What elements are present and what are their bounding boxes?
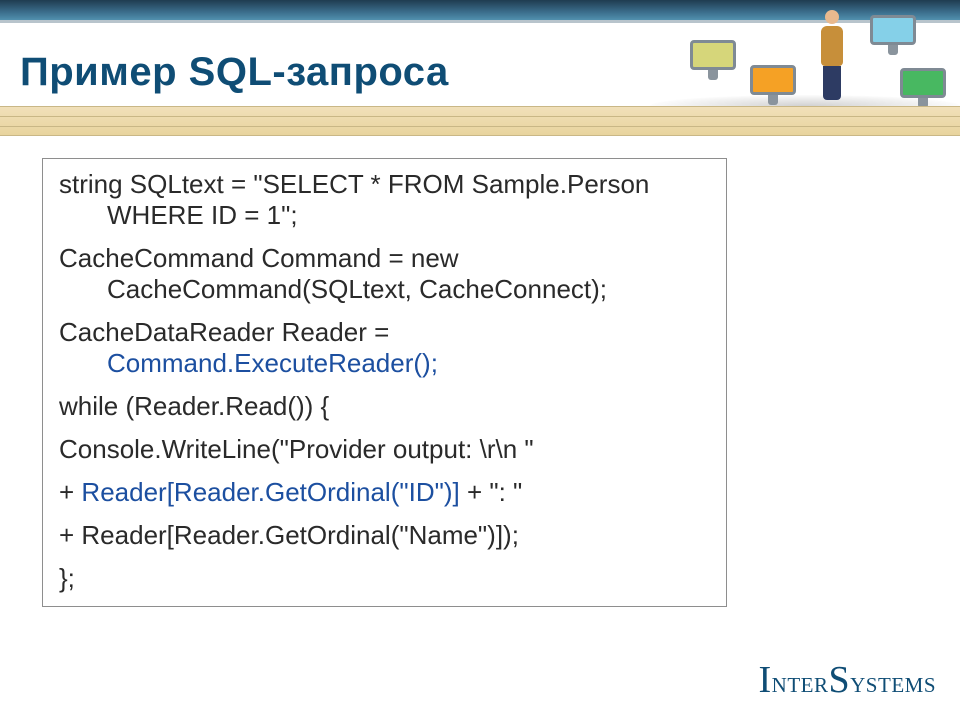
code-line: string SQLtext = "SELECT * FROM Sample.P… bbox=[59, 169, 710, 231]
code-text: + bbox=[59, 477, 81, 507]
code-line: + Reader[Reader.GetOrdinal("Name")]); bbox=[59, 520, 710, 551]
person-icon bbox=[812, 10, 852, 105]
monitor-icon bbox=[690, 40, 736, 80]
code-panel: string SQLtext = "SELECT * FROM Sample.P… bbox=[42, 158, 727, 607]
code-line: Console.WriteLine("Provider output: \r\n… bbox=[59, 434, 710, 465]
code-line: + Reader[Reader.GetOrdinal("ID")] + ": " bbox=[59, 477, 710, 508]
code-text: Console.WriteLine("Provider output: \r\n… bbox=[59, 434, 534, 464]
monitor-icon bbox=[900, 68, 946, 108]
logo-text: S bbox=[829, 659, 851, 701]
code-text: string SQLtext = "SELECT * FROM Sample.P… bbox=[59, 169, 649, 199]
slide-title: Пример SQL-запроса bbox=[20, 50, 449, 95]
monitor-icon bbox=[870, 15, 916, 55]
logo-text: ystems bbox=[850, 666, 936, 699]
code-text: WHERE ID = 1"; bbox=[59, 200, 710, 231]
code-text-highlight: Reader[Reader.GetOrdinal("ID")] bbox=[81, 477, 459, 507]
brand-logo: InterSystems bbox=[759, 658, 936, 702]
code-text: CacheCommand(SQLtext, CacheConnect); bbox=[59, 274, 710, 305]
code-line: }; bbox=[59, 563, 710, 594]
code-text-highlight: Command.ExecuteReader(); bbox=[59, 348, 710, 379]
monitor-icon bbox=[750, 65, 796, 105]
code-line: CacheDataReader Reader = Command.Execute… bbox=[59, 317, 710, 379]
code-line: CacheCommand Command = new CacheCommand(… bbox=[59, 243, 710, 305]
code-line: while (Reader.Read()) { bbox=[59, 391, 710, 422]
code-text: CacheDataReader Reader = bbox=[59, 317, 389, 347]
slide: Пример SQL-запроса string SQLtext = "SEL… bbox=[0, 0, 960, 720]
code-block: string SQLtext = "SELECT * FROM Sample.P… bbox=[59, 169, 710, 594]
code-text: CacheCommand Command = new bbox=[59, 243, 459, 273]
divider-ribbon bbox=[0, 106, 960, 136]
code-text: + ": " bbox=[460, 477, 523, 507]
logo-text: I bbox=[759, 659, 772, 701]
logo-text: nter bbox=[772, 666, 829, 699]
code-text: }; bbox=[59, 563, 75, 593]
code-text: + Reader[Reader.GetOrdinal("Name")]); bbox=[59, 520, 519, 550]
code-text: while (Reader.Read()) { bbox=[59, 391, 329, 421]
